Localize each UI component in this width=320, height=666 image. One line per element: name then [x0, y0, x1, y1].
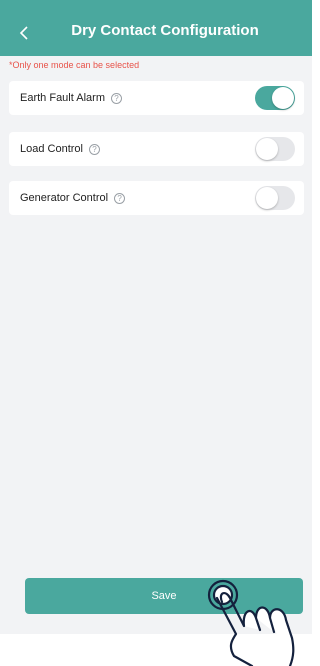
generator-control-row: Generator Control ? [9, 181, 304, 215]
load-control-toggle[interactable] [255, 137, 295, 161]
tap-gesture-icon [207, 579, 295, 666]
app-screen: Dry Contact Configuration *Only one mode… [0, 0, 312, 634]
toggle-knob [256, 187, 278, 209]
earth-fault-alarm-toggle[interactable] [255, 86, 295, 110]
earth-fault-alarm-row: Earth Fault Alarm ? [9, 81, 304, 115]
toggle-knob [256, 138, 278, 160]
toggle-knob [272, 87, 294, 109]
help-icon[interactable]: ? [110, 92, 122, 104]
selection-note: *Only one mode can be selected [9, 60, 140, 70]
help-icon[interactable]: ? [89, 143, 100, 155]
load-control-label: Load Control [20, 143, 83, 155]
earth-fault-alarm-label: Earth Fault Alarm [20, 92, 105, 104]
header-bar: Dry Contact Configuration [0, 0, 312, 56]
generator-control-label: Generator Control [20, 192, 109, 204]
page-title: Dry Contact Configuration [71, 22, 259, 39]
load-control-row: Load Control ? [9, 132, 304, 166]
help-icon[interactable]: ? [114, 192, 126, 204]
generator-control-toggle[interactable] [255, 186, 295, 210]
